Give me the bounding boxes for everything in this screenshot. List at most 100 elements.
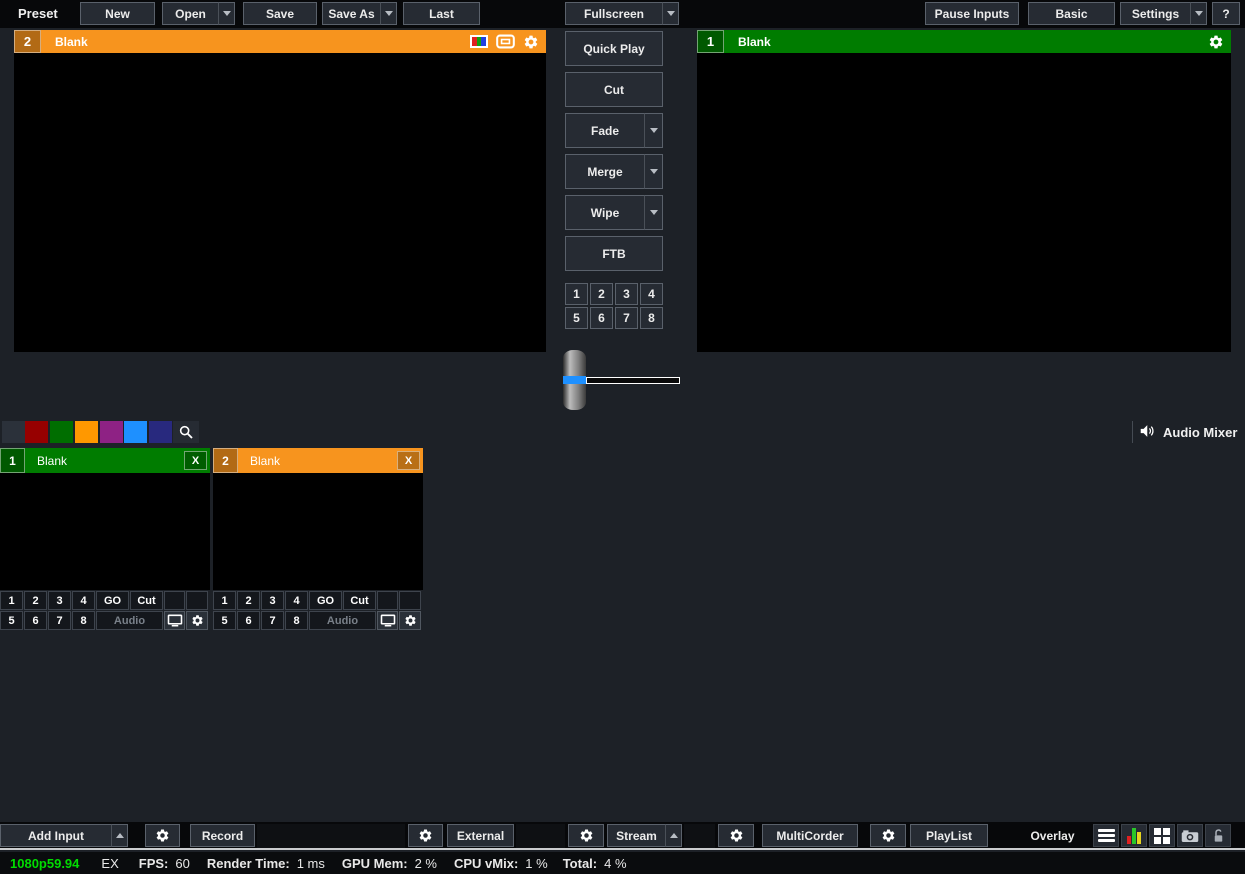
input-1-key-8[interactable]: 8 xyxy=(72,611,95,630)
transition-number-2[interactable]: 2 xyxy=(590,283,613,305)
input-2-settings-gear-icon[interactable] xyxy=(399,611,421,630)
input-1-key-7[interactable]: 7 xyxy=(48,611,71,630)
input-2-key-7[interactable]: 7 xyxy=(261,611,284,630)
stream-dropup-button[interactable] xyxy=(665,824,682,847)
menu-button[interactable] xyxy=(1093,824,1119,847)
speaker-icon[interactable] xyxy=(1139,423,1157,439)
input-1-thumbnail[interactable] xyxy=(0,473,210,590)
preview-settings-gear-icon[interactable] xyxy=(523,34,539,50)
add-input-dropup-button[interactable] xyxy=(111,824,128,847)
basic-button[interactable]: Basic xyxy=(1028,2,1115,25)
input-1-key-6[interactable]: 6 xyxy=(24,611,47,630)
input-2-close-button[interactable]: X xyxy=(397,451,420,470)
color-swatch-red[interactable] xyxy=(25,421,48,443)
input-1-settings-gear-icon[interactable] xyxy=(186,611,208,630)
input-1-cut-button[interactable]: Cut xyxy=(130,591,163,610)
overlay-button[interactable]: Overlay xyxy=(1015,824,1090,847)
color-swatch-green[interactable] xyxy=(50,421,73,443)
transition-number-3[interactable]: 3 xyxy=(615,283,638,305)
input-2-key-8[interactable]: 8 xyxy=(285,611,308,630)
transition-number-8[interactable]: 8 xyxy=(640,307,663,329)
wipe-button-label[interactable]: Wipe xyxy=(565,195,644,230)
merge-dropdown-button[interactable] xyxy=(644,154,663,189)
save-button[interactable]: Save xyxy=(243,2,317,25)
tbar-fader-handle[interactable] xyxy=(563,350,586,410)
program-settings-gear-icon[interactable] xyxy=(1208,34,1224,50)
new-button[interactable]: New xyxy=(80,2,155,25)
input-1-key-1[interactable]: 1 xyxy=(0,591,23,610)
add-input-button[interactable]: Add Input xyxy=(0,824,128,847)
program-video-area[interactable] xyxy=(697,53,1231,352)
settings-button[interactable]: Settings xyxy=(1120,2,1207,25)
stream-button-label[interactable]: Stream xyxy=(607,824,665,847)
cut-button[interactable]: Cut xyxy=(565,72,663,107)
wipe-button[interactable]: Wipe xyxy=(565,195,663,230)
color-swatch-purple[interactable] xyxy=(100,421,123,443)
input-2-key-4[interactable]: 4 xyxy=(285,591,308,610)
record-button[interactable]: Record xyxy=(190,824,255,847)
pause-inputs-button[interactable]: Pause Inputs xyxy=(925,2,1019,25)
ftb-button[interactable]: FTB xyxy=(565,236,663,271)
display-output-icon[interactable] xyxy=(496,34,515,49)
stream-button[interactable]: Stream xyxy=(607,824,682,847)
multiview-button[interactable] xyxy=(1149,824,1175,847)
wipe-dropdown-button[interactable] xyxy=(644,195,663,230)
input-1-key-5[interactable]: 5 xyxy=(0,611,23,630)
fullscreen-dropdown-button[interactable] xyxy=(662,2,679,25)
fullscreen-button-label[interactable]: Fullscreen xyxy=(565,2,662,25)
transition-number-4[interactable]: 4 xyxy=(640,283,663,305)
merge-button[interactable]: Merge xyxy=(565,154,663,189)
input-1-close-button[interactable]: X xyxy=(184,451,207,470)
transition-number-5[interactable]: 5 xyxy=(565,307,588,329)
save-as-button-label[interactable]: Save As xyxy=(322,2,380,25)
open-button[interactable]: Open xyxy=(162,2,235,25)
fullscreen-button[interactable]: Fullscreen xyxy=(565,2,679,25)
input-1-key-3[interactable]: 3 xyxy=(48,591,71,610)
settings-dropdown-button[interactable] xyxy=(1190,2,1207,25)
color-swatch-navy[interactable] xyxy=(149,421,172,443)
input-2-cut-button[interactable]: Cut xyxy=(343,591,376,610)
fade-button[interactable]: Fade xyxy=(565,113,663,148)
color-swatch-orange[interactable] xyxy=(75,421,98,443)
settings-button-label[interactable]: Settings xyxy=(1120,2,1190,25)
help-button[interactable]: ? xyxy=(1212,2,1240,25)
input-1-monitor-icon[interactable] xyxy=(164,611,185,630)
snapshot-button[interactable] xyxy=(1177,824,1203,847)
preview-video-area[interactable] xyxy=(14,53,546,352)
fade-button-label[interactable]: Fade xyxy=(565,113,644,148)
transition-number-7[interactable]: 7 xyxy=(615,307,638,329)
transition-number-1[interactable]: 1 xyxy=(565,283,588,305)
input-2-monitor-icon[interactable] xyxy=(377,611,398,630)
color-swatch-none[interactable] xyxy=(2,421,25,443)
input-2-key-2[interactable]: 2 xyxy=(237,591,260,610)
open-dropdown-button[interactable] xyxy=(218,2,235,25)
last-button[interactable]: Last xyxy=(403,2,480,25)
input-1-audio-button[interactable]: Audio xyxy=(96,611,163,630)
input-2-audio-button[interactable]: Audio xyxy=(309,611,376,630)
input-2-key-3[interactable]: 3 xyxy=(261,591,284,610)
transition-number-6[interactable]: 6 xyxy=(590,307,613,329)
input-1-key-2[interactable]: 2 xyxy=(24,591,47,610)
open-button-label[interactable]: Open xyxy=(162,2,218,25)
colorbars-icon[interactable] xyxy=(470,35,488,48)
external-button[interactable]: External xyxy=(447,824,514,847)
playlist-button[interactable]: PlayList xyxy=(910,824,988,847)
merge-button-label[interactable]: Merge xyxy=(565,154,644,189)
audio-mixer-label[interactable]: Audio Mixer xyxy=(1163,425,1237,440)
tbar-track[interactable] xyxy=(586,377,680,384)
input-2-header[interactable]: 2 Blank X xyxy=(213,448,423,473)
input-2-key-6[interactable]: 6 xyxy=(237,611,260,630)
add-input-button-label[interactable]: Add Input xyxy=(0,824,111,847)
external-gear-button[interactable] xyxy=(568,824,604,847)
record-gear-button[interactable] xyxy=(408,824,443,847)
input-2-go-button[interactable]: GO xyxy=(309,591,342,610)
input-2-thumbnail[interactable] xyxy=(213,473,423,590)
multicorder-gear-button[interactable] xyxy=(870,824,906,847)
input-1-key-4[interactable]: 4 xyxy=(72,591,95,610)
input-1-header[interactable]: 1 Blank X xyxy=(0,448,210,473)
stream-gear-button[interactable] xyxy=(718,824,754,847)
lock-button[interactable] xyxy=(1205,824,1231,847)
input-2-key-5[interactable]: 5 xyxy=(213,611,236,630)
save-as-button[interactable]: Save As xyxy=(322,2,397,25)
record-settings-gear-button[interactable] xyxy=(145,824,180,847)
